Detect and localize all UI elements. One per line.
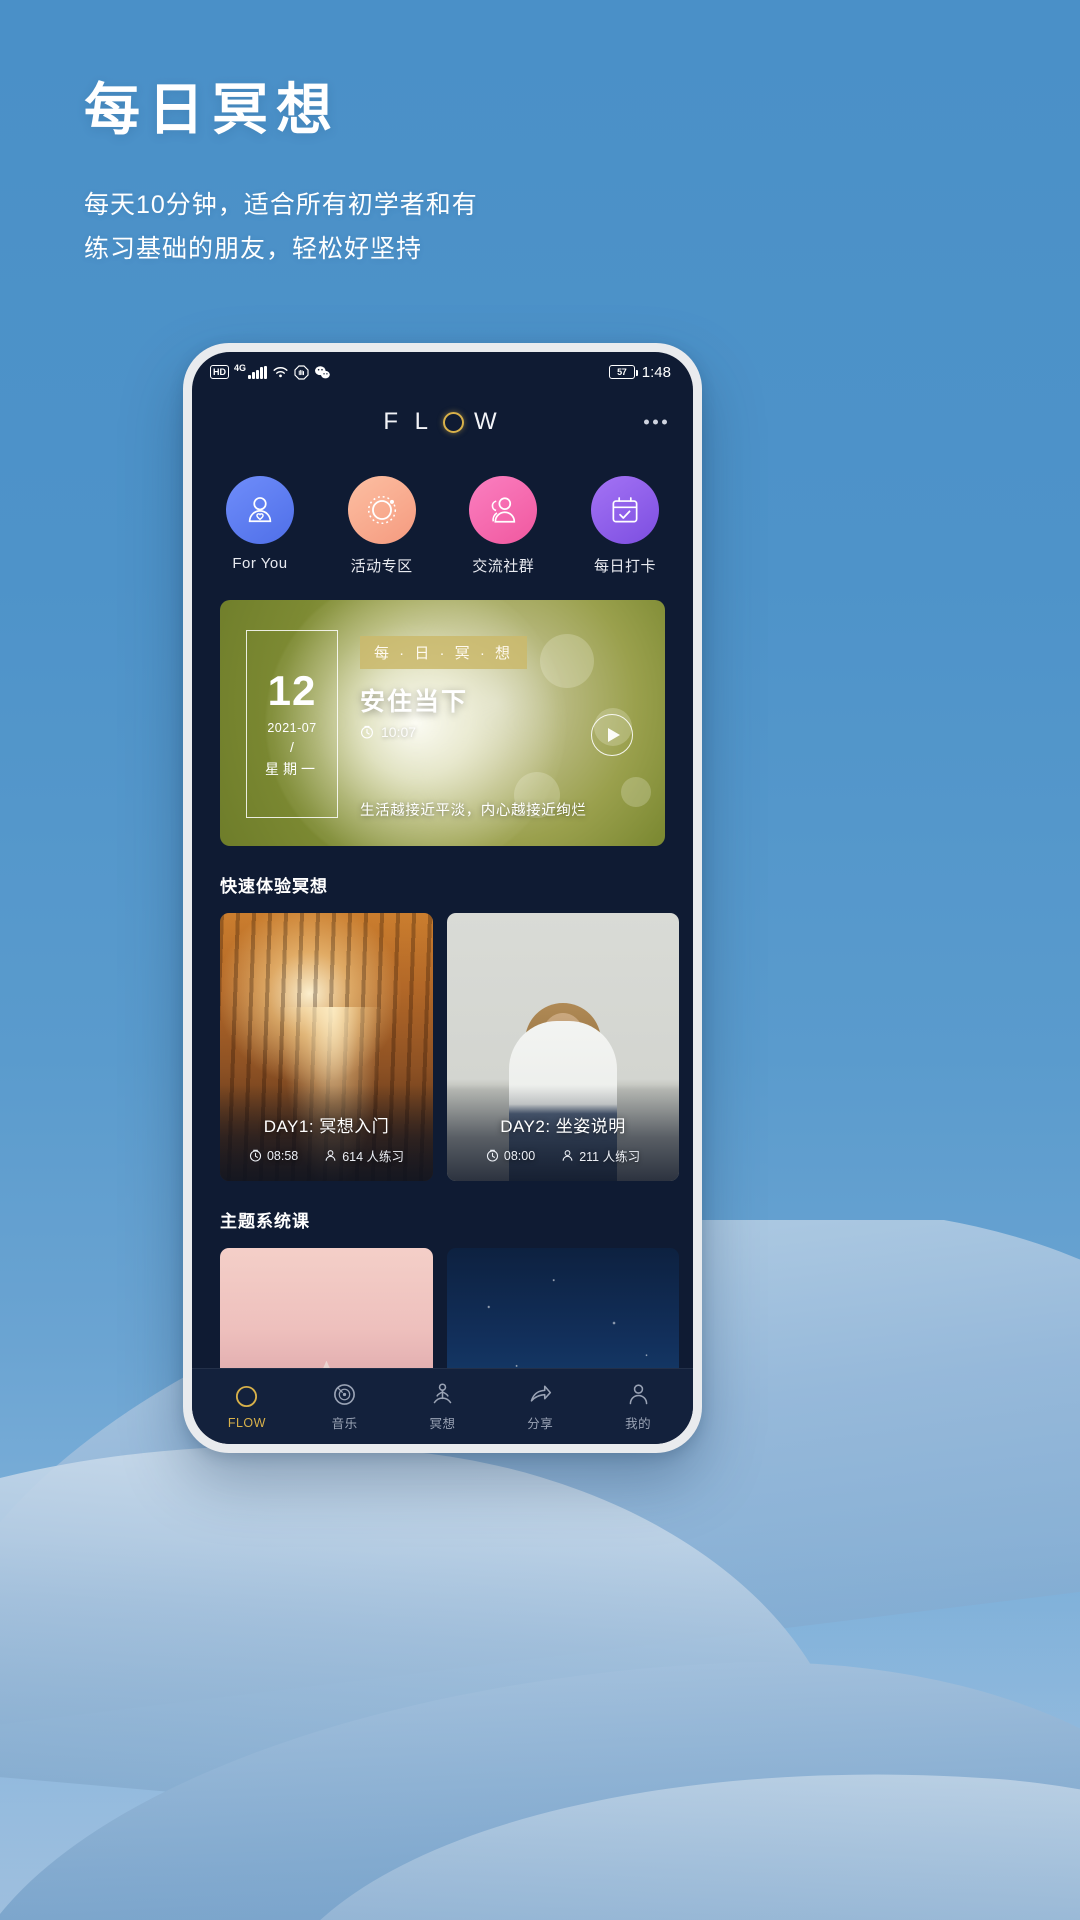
status-bar-left: HD 4G <box>210 363 331 380</box>
bokeh-4 <box>620 777 651 808</box>
community-circle <box>469 476 538 544</box>
course-duration: 08:00 <box>486 1146 535 1165</box>
daily-card-quote: 生活越接近平淡，内心越接近绚烂 <box>360 803 587 819</box>
status-time: 1:48 <box>641 363 671 381</box>
activity-circle <box>347 476 416 544</box>
promo-subtitle-line-2: 练习基础的朋友，轻松好坚持 <box>84 235 423 264</box>
tab-profile[interactable]: 我的 <box>595 1381 681 1432</box>
date-weekday: 星期一 <box>265 760 319 777</box>
promo-text-block: 每日冥想 每天10分钟，适合所有初学者和有 练习基础的朋友，轻松好坚持 <box>84 78 724 272</box>
dune-shading <box>0 1540 1080 1920</box>
4g-icon: 4G <box>234 363 247 373</box>
tab-label: 我的 <box>625 1417 652 1431</box>
tab-flow[interactable]: FLOW <box>204 1384 290 1430</box>
course-card-title: DAY2: 坐姿说明 <box>500 1117 626 1136</box>
bottom-tab-bar: FLOW 音乐 冥想 分享 我的 <box>192 1368 693 1444</box>
quicknav-item-for-you[interactable]: For You <box>222 476 298 576</box>
activity-ring-icon <box>363 491 401 529</box>
app-header: F L W <box>192 392 693 452</box>
course-practitioners: 211 人练习 <box>561 1146 640 1165</box>
course-card-title: DAY1: 冥想入门 <box>263 1117 390 1136</box>
status-bar: HD 4G 57 1:48 <box>192 352 693 392</box>
play-circle-icon[interactable] <box>591 714 633 756</box>
course-duration: 08:58 <box>249 1146 298 1165</box>
date-year-month: 2021-07 <box>267 720 317 735</box>
signal-bars-icon <box>248 365 267 379</box>
daily-card-duration-row: 10:07 <box>360 724 416 740</box>
course-card-mountain[interactable] <box>220 1248 433 1368</box>
course-card-day1[interactable]: DAY1: 冥想入门 08:58 614 人练习 <box>220 913 433 1181</box>
daily-card-duration: 10:07 <box>381 724 417 740</box>
tab-share[interactable]: 分享 <box>497 1381 583 1432</box>
phone-mockup: HD 4G 57 1:48 F L W For You 活动专区 交流社群 每日… <box>183 343 702 1453</box>
more-options-button[interactable] <box>644 419 667 425</box>
course-practitioners-text: 614 人练习 <box>342 1150 405 1164</box>
tab-meditation[interactable]: 冥想 <box>399 1381 485 1432</box>
date-box: 12 2021-07 / 星期一 <box>246 630 338 818</box>
app-logo: F L W <box>383 408 501 436</box>
wechat-icon <box>314 365 331 380</box>
tab-label: FLOW <box>227 1415 266 1430</box>
people-group-icon <box>484 493 522 527</box>
promo-subtitle-line-1: 每天10分钟，适合所有初学者和有 <box>84 191 478 220</box>
quicknav-label: 交流社群 <box>472 558 535 575</box>
checkin-circle <box>590 476 659 544</box>
course-carousel-themed[interactable] <box>192 1232 693 1368</box>
for-you-circle <box>226 476 294 544</box>
hd-icon: HD <box>210 365 229 379</box>
course-duration-text: 08:00 <box>503 1148 536 1163</box>
quicknav-label: 每日打卡 <box>593 558 656 575</box>
course-thumbnail-mountain <box>220 1248 433 1368</box>
tab-label: 音乐 <box>331 1417 358 1431</box>
section-title-quick: 快速体验冥想 <box>220 877 328 896</box>
page-title: 每日冥想 <box>84 78 340 141</box>
clock-icon <box>360 725 374 739</box>
battery-icon: 57 <box>608 365 638 379</box>
flow-ring-icon <box>234 1384 260 1410</box>
app-logo-left: F L <box>383 408 434 435</box>
quicknav-item-community[interactable]: 交流社群 <box>465 476 541 576</box>
app-logo-right: W <box>474 408 502 435</box>
course-card-meta: 08:58 614 人练习 <box>220 1146 433 1165</box>
quicknav-item-checkin[interactable]: 每日打卡 <box>587 476 663 576</box>
course-carousel-quick[interactable]: DAY1: 冥想入门 08:58 614 人练习 DAY2: 坐姿说明 08:0… <box>192 897 693 1181</box>
quicknav-item-activity[interactable]: 活动专区 <box>344 476 420 576</box>
phone-screen: HD 4G 57 1:48 F L W For You 活动专区 交流社群 每日… <box>192 352 693 1444</box>
tab-music[interactable]: 音乐 <box>302 1381 388 1432</box>
date-separator: / <box>290 738 294 755</box>
course-card-night[interactable] <box>447 1248 679 1368</box>
status-bar-right: 57 1:48 <box>608 363 671 381</box>
user-profile-icon <box>625 1381 651 1407</box>
course-practitioners-text: 211 人练习 <box>579 1150 641 1164</box>
flow-ring-icon <box>443 411 465 433</box>
section-title-themed: 主题系统课 <box>220 1212 310 1231</box>
meditation-person-icon <box>429 1381 455 1407</box>
person-heart-icon <box>242 492 278 528</box>
quicknav-label: 活动专区 <box>350 558 413 575</box>
wifi-icon <box>272 365 289 379</box>
dot-2 <box>653 419 658 425</box>
daily-ribbon-label: 每 · 日 · 冥 · 想 <box>360 636 527 669</box>
do-not-disturb-icon <box>293 364 309 380</box>
quick-nav: For You 活动专区 交流社群 每日打卡 <box>192 452 693 576</box>
daily-card-title: 安住当下 <box>360 688 469 716</box>
share-arrow-icon <box>527 1381 553 1407</box>
date-day: 12 <box>267 666 317 714</box>
bokeh-1 <box>540 634 595 689</box>
daily-meditation-card[interactable]: 12 2021-07 / 星期一 每 · 日 · 冥 · 想 安住当下 10:0… <box>220 600 665 846</box>
course-duration-text: 08:58 <box>266 1148 299 1163</box>
calendar-check-icon <box>608 493 642 527</box>
promo-subtitle: 每天10分钟，适合所有初学者和有 练习基础的朋友，轻松好坚持 <box>84 184 724 272</box>
course-card-meta: 08:00 211 人练习 <box>447 1146 679 1165</box>
tab-label: 分享 <box>527 1417 554 1431</box>
course-thumbnail-night <box>447 1248 679 1368</box>
quicknav-label: For You <box>232 555 288 572</box>
tab-label: 冥想 <box>429 1417 456 1431</box>
music-disc-icon <box>332 1381 358 1407</box>
dot-3 <box>662 419 667 425</box>
content-scroll-area[interactable]: For You 活动专区 交流社群 每日打卡 12 2021-07 / 星期一 … <box>192 452 693 1368</box>
course-card-day2[interactable]: DAY2: 坐姿说明 08:00 211 人练习 <box>447 913 679 1181</box>
dot-1 <box>644 419 649 425</box>
course-practitioners: 614 人练习 <box>324 1146 404 1165</box>
